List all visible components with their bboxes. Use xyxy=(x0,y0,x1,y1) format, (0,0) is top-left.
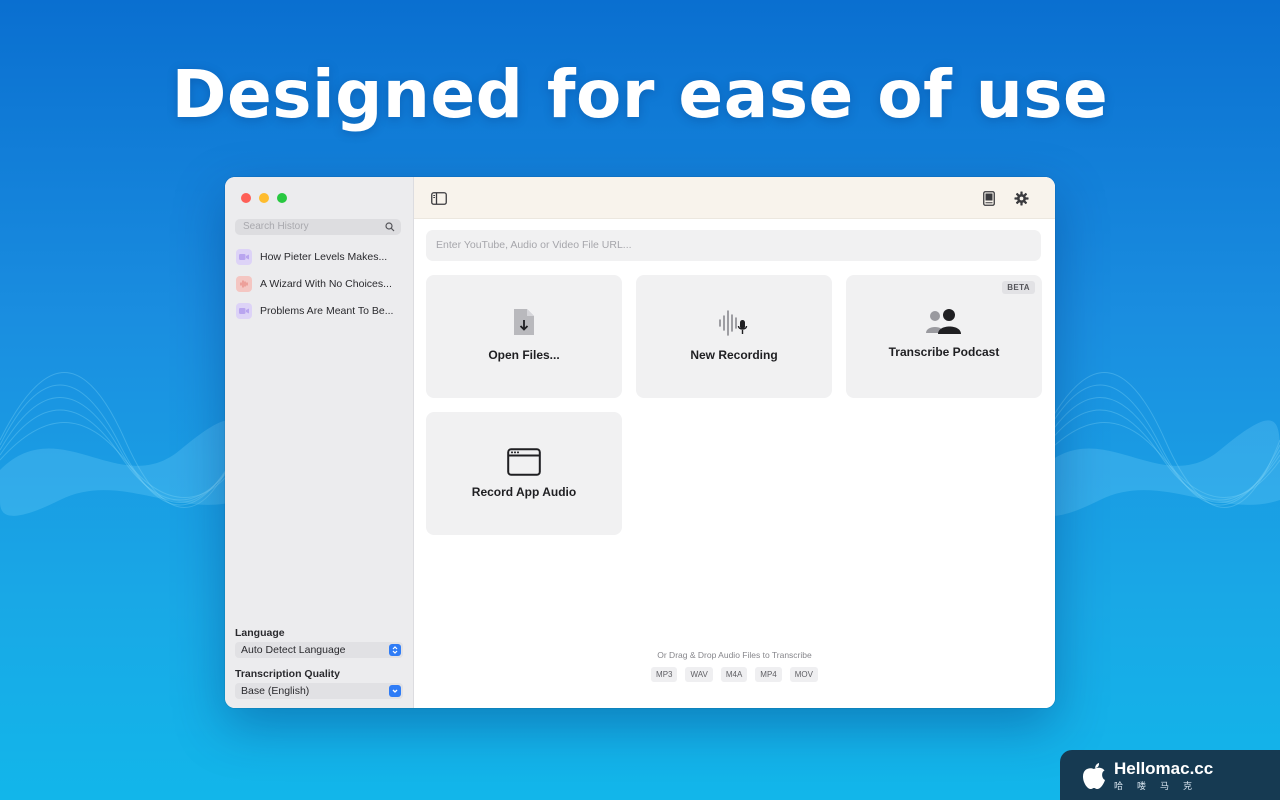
history-item[interactable]: Problems Are Meant To Be... xyxy=(225,297,413,324)
people-icon xyxy=(926,309,961,334)
format-tag: MP4 xyxy=(755,667,782,682)
book-icon xyxy=(983,190,995,206)
apple-logo-icon xyxy=(1083,763,1105,789)
watermark-brand: Hellomac.cc xyxy=(1114,759,1214,778)
format-list: MP3 WAV M4A MP4 MOV xyxy=(414,667,1055,682)
drop-hint: Or Drag & Drop Audio Files to Transcribe xyxy=(657,650,812,660)
library-button[interactable] xyxy=(980,189,998,207)
format-tag: MOV xyxy=(789,667,818,682)
watermark-sub: 哈喽马克 xyxy=(1114,781,1207,791)
app-window: Search History How Pieter Levels Makes..… xyxy=(225,177,1055,708)
language-select[interactable]: Auto Detect Language xyxy=(235,642,403,658)
sidebar-toggle-icon xyxy=(431,191,447,205)
quality-value: Base (English) xyxy=(241,685,310,697)
window-controls xyxy=(241,193,287,203)
updown-chevron-icon xyxy=(389,644,401,656)
history-item[interactable]: How Pieter Levels Makes... xyxy=(225,243,413,270)
main-panel: Enter YouTube, Audio or Video File URL..… xyxy=(414,177,1055,708)
search-icon xyxy=(385,222,395,232)
app-window-icon xyxy=(507,448,541,476)
video-icon xyxy=(236,248,252,265)
url-input[interactable]: Enter YouTube, Audio or Video File URL..… xyxy=(426,230,1041,261)
headline: Designed for ease of use xyxy=(171,56,1109,133)
format-tag: WAV xyxy=(685,667,713,682)
audio-icon xyxy=(236,275,252,292)
format-tag: MP3 xyxy=(651,667,678,682)
history-item-title: How Pieter Levels Makes... xyxy=(260,250,388,263)
waveform-mic-icon xyxy=(719,310,748,336)
chevron-down-icon xyxy=(389,685,401,697)
beta-badge: BETA xyxy=(1002,281,1035,294)
history-item[interactable]: A Wizard With No Choices... xyxy=(225,270,413,297)
record-app-audio-card[interactable]: Record App Audio xyxy=(426,412,622,535)
search-history-input[interactable]: Search History xyxy=(235,219,401,235)
card-label: Transcribe Podcast xyxy=(888,345,1000,359)
minimize-window-button[interactable] xyxy=(259,193,269,203)
history-list: How Pieter Levels Makes... A Wizard With… xyxy=(225,243,413,324)
zoom-window-button[interactable] xyxy=(277,193,287,203)
sidebar: Search History How Pieter Levels Makes..… xyxy=(225,177,414,708)
history-item-title: Problems Are Meant To Be... xyxy=(260,304,394,317)
gear-icon xyxy=(1013,190,1029,206)
close-window-button[interactable] xyxy=(241,193,251,203)
toolbar xyxy=(414,177,1055,219)
format-tag: M4A xyxy=(720,667,748,682)
transcribe-podcast-card[interactable]: BETA Transcribe Podcast xyxy=(846,275,1042,398)
search-placeholder: Search History xyxy=(243,221,309,232)
watermark-badge: Hellomac.cc 哈喽马克 xyxy=(1060,750,1280,800)
open-files-card[interactable]: Open Files... xyxy=(426,275,622,398)
quality-select[interactable]: Base (English) xyxy=(235,683,403,699)
language-label: Language xyxy=(235,627,285,639)
settings-button[interactable] xyxy=(1012,189,1030,207)
file-download-icon xyxy=(514,309,534,335)
video-icon xyxy=(236,302,252,319)
language-value: Auto Detect Language xyxy=(241,644,346,656)
card-label: Record App Audio xyxy=(471,485,577,499)
new-recording-card[interactable]: New Recording xyxy=(636,275,832,398)
toggle-sidebar-button[interactable] xyxy=(430,189,448,207)
card-label: Open Files... xyxy=(488,348,560,362)
card-label: New Recording xyxy=(690,348,778,362)
history-item-title: A Wizard With No Choices... xyxy=(260,277,392,290)
quality-label: Transcription Quality xyxy=(235,668,341,680)
